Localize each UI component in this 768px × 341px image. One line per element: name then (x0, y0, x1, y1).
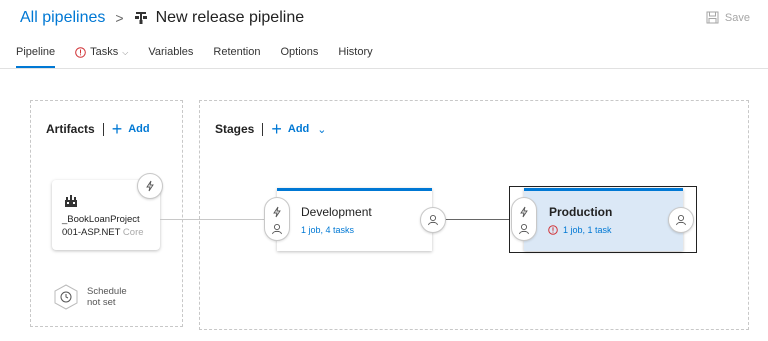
stage-summary: 1 job, 4 tasks (301, 225, 355, 235)
plus-icon: + (111, 119, 123, 139)
error-icon (75, 47, 86, 58)
clock-icon (54, 284, 78, 310)
artifact-name: _BookLoanProject (62, 214, 140, 225)
person-icon (676, 214, 686, 226)
add-stage-label: Add (287, 123, 310, 135)
artifacts-heading: Artifacts (46, 122, 95, 136)
post-deployment-conditions-button[interactable] (420, 207, 446, 233)
lightning-icon (273, 206, 281, 218)
post-deployment-conditions-button[interactable] (668, 207, 694, 233)
breadcrumb-separator: > (115, 10, 124, 26)
error-icon (548, 225, 558, 235)
stage-summary-link[interactable]: 1 job, 1 task (548, 225, 612, 235)
tab-variables-label: Variables (148, 46, 194, 58)
pipeline-title[interactable]: New release pipeline (156, 9, 305, 27)
artifact-to-dev-connector (160, 219, 265, 220)
tab-retention[interactable]: Retention (213, 44, 260, 68)
pre-deployment-conditions-button[interactable] (511, 197, 537, 241)
breadcrumb: All pipelines > New release pipeline (20, 8, 304, 28)
person-icon (428, 214, 438, 226)
chevron-down-icon: ⌄ (317, 123, 327, 136)
schedule-trigger[interactable]: Schedule not set (53, 284, 127, 310)
stage-summary: 1 job, 1 task (563, 225, 612, 235)
stages-heading: Stages (215, 122, 255, 136)
add-artifact-button[interactable]: + Add (111, 119, 150, 139)
artifacts-header: Artifacts + Add (46, 119, 150, 139)
tab-bar: Pipeline Tasks ⌵ Variables Retention Opt… (16, 44, 393, 68)
tab-options-label: Options (280, 46, 319, 58)
tab-retention-label: Retention (213, 46, 261, 58)
tab-variables[interactable]: Variables (148, 44, 193, 68)
tab-divider (0, 68, 768, 69)
pre-deployment-conditions-button[interactable] (264, 197, 290, 241)
add-artifact-label: Add (128, 123, 150, 135)
tab-tasks-label: Tasks (90, 46, 119, 58)
tab-pipeline-label: Pipeline (16, 46, 56, 58)
save-button[interactable]: Save (706, 11, 750, 24)
schedule-line1: Schedule (87, 286, 127, 297)
tab-tasks[interactable]: Tasks ⌵ (75, 44, 128, 68)
stage-name: Production (549, 205, 613, 219)
header-divider (262, 122, 264, 136)
chevron-down-icon: ⌵ (122, 48, 129, 57)
lightning-icon (520, 206, 528, 218)
stage-card-development[interactable]: Development 1 job, 4 tasks (277, 188, 432, 251)
add-stage-button[interactable]: + Add ⌄ (271, 119, 327, 139)
tab-history[interactable]: History (338, 44, 372, 68)
tab-history-label: History (338, 46, 373, 58)
stage-card-production[interactable]: Production 1 job, 1 task (524, 188, 683, 251)
tab-options[interactable]: Options (280, 44, 318, 68)
person-icon (519, 223, 529, 235)
save-icon (706, 11, 719, 24)
pipeline-icon (134, 12, 147, 24)
header-divider (102, 122, 104, 136)
schedule-line2: not set (87, 297, 116, 308)
stage-summary-link[interactable]: 1 job, 4 tasks (301, 225, 354, 235)
schedule-text: Schedule not set (87, 286, 127, 308)
stages-header: Stages + Add ⌄ (215, 119, 327, 139)
plus-icon: + (271, 119, 282, 139)
dev-to-prod-connector (444, 219, 510, 220)
save-label: Save (724, 11, 750, 24)
artifact-subtitle-text: 001-ASP.NET (62, 227, 121, 238)
continuous-deployment-trigger-button[interactable] (137, 173, 163, 199)
person-icon (272, 223, 282, 235)
tab-pipeline[interactable]: Pipeline (16, 44, 56, 68)
stage-name: Development (301, 205, 372, 219)
breadcrumb-all-pipelines-link[interactable]: All pipelines (20, 9, 105, 27)
build-artifact-icon (65, 195, 77, 207)
artifact-subtitle: 001-ASP.NET Core (62, 227, 157, 238)
artifact-subtitle-faded: Core (120, 227, 144, 238)
lightning-icon (146, 180, 154, 192)
